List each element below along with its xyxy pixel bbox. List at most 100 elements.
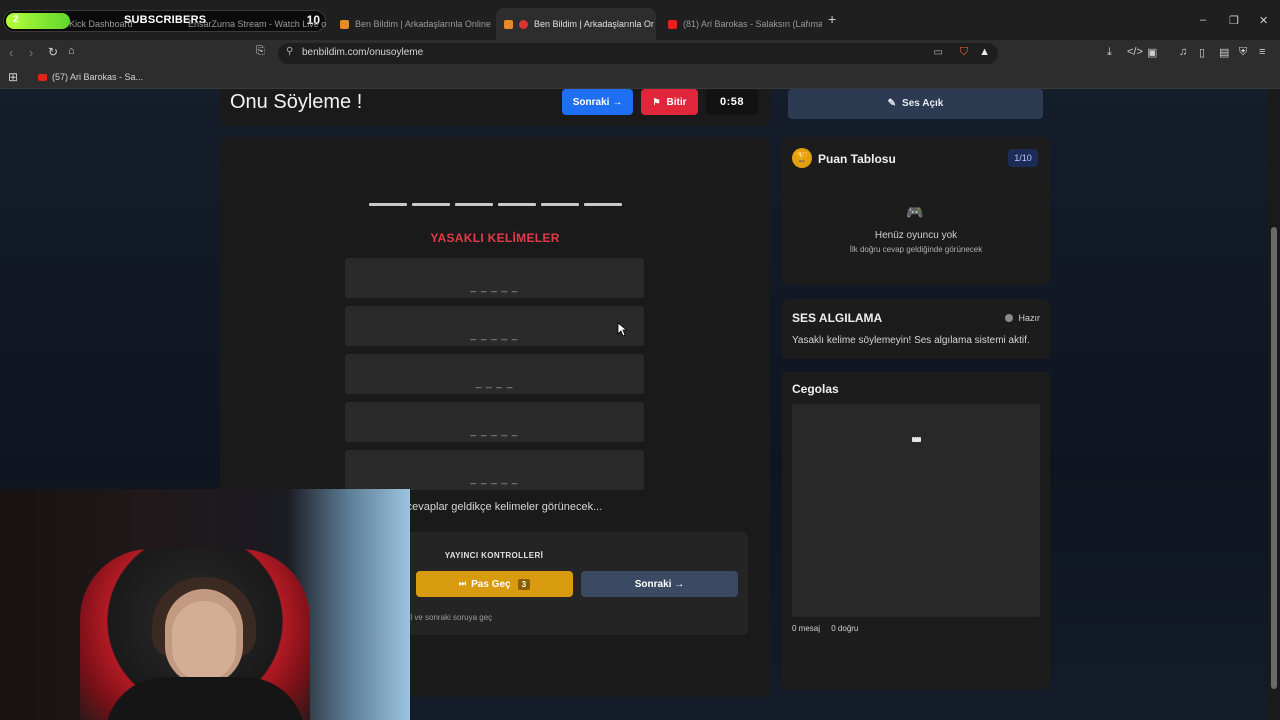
benbildim-favicon (340, 19, 349, 29)
timer-value: 0:58 (719, 96, 745, 108)
tab-ensarzurna-stream[interactable]: EnsarZurna Stream - Watch Live on (180, 8, 326, 40)
voice-status-label: Hazır (1018, 313, 1040, 323)
brave-rewards-icon[interactable]: ▲ (979, 46, 990, 58)
tab-label: EnsarZurna Stream - Watch Live on (188, 19, 326, 29)
youtube-icon (38, 73, 47, 81)
browser-toolbar: ‹ › ↻ ⌂ ⎘ ⚲ benbildim.com/onusoyleme ▭ ⛉… (0, 40, 1280, 67)
voice-detection-card: SES ALGILAMA Hazır Yasaklı kelime söylem… (782, 299, 1050, 359)
home-icon[interactable]: ⌂ (68, 45, 75, 57)
vpn-icon[interactable]: ⛨ (1239, 46, 1247, 59)
microphone-icon: ✎ (887, 98, 897, 109)
tab-label: Ben Bildim | Arkadaşlarınla Or (534, 19, 654, 29)
typing-indicator-icon: ··· (912, 435, 921, 442)
chat-card: Cegolas ··· 0 mesaj 0 doğru (782, 372, 1050, 690)
music-icon[interactable]: ♫ (1179, 46, 1187, 58)
minimize-icon[interactable]: – (1200, 14, 1206, 26)
answer-letter-blank (412, 203, 450, 206)
forbidden-word-box: _ _ _ _ _ (345, 306, 644, 346)
forbidden-word-mask: _ _ _ _ _ (470, 282, 519, 293)
countdown-timer: 0:58 (706, 89, 758, 115)
chat-correct-count: 0 doğru (831, 624, 859, 633)
chat-stats: 0 mesaj 0 doğru (792, 624, 867, 633)
scoreboard-title: Puan Tablosu (818, 152, 896, 166)
cast-icon[interactable]: ▭ (934, 47, 943, 58)
sound-toggle-button[interactable]: ✎ Ses Açık (788, 89, 1043, 119)
trophy-icon: 🏆 (792, 148, 812, 168)
download-icon[interactable]: ⤓ (1107, 46, 1112, 59)
wallet-icon[interactable]: ▤ (1219, 46, 1229, 59)
answer-letter-blank (369, 203, 407, 206)
tab-youtube[interactable]: (81) Ari Barokas - Salaksın (Lafıma Gü (660, 8, 822, 40)
scoreboard-count-badge: 1/10 (1008, 149, 1038, 167)
tab-benbildim-active[interactable]: Ben Bildim | Arkadaşlarınla Or ✕ (496, 8, 656, 40)
page-scrollbar[interactable] (1268, 89, 1280, 720)
webcam-overlay (0, 489, 410, 720)
forbidden-word-mask: _ _ _ _ _ (470, 426, 519, 437)
answer-letter-blank (541, 203, 579, 206)
tab-label: Ben Bildim | Arkadaşlarınla Online Bil (355, 19, 492, 29)
forbidden-words-title: YASAKLI KELİMELER (430, 231, 560, 245)
chat-title: Cegolas (792, 382, 839, 396)
bookmark-label: (57) Ari Barokas - Sa... (52, 72, 144, 82)
page-title: Onu Söyleme ! (230, 91, 363, 113)
forbidden-word-mask: _ _ _ _ (475, 378, 514, 389)
back-icon[interactable]: ‹ (9, 45, 13, 60)
tab-benbildim-1[interactable]: Ben Bildim | Arkadaşlarınla Online Bil (332, 8, 492, 40)
forward-icon[interactable]: › (29, 45, 33, 60)
answer-letter-blank (455, 203, 493, 206)
streamer-next-label: Sonraki → (634, 578, 685, 590)
next-button-label: Sonraki → (572, 96, 623, 108)
sound-toggle-label: Ses Açık (902, 98, 944, 109)
tab-kick-dashboard[interactable]: Kick Dashboard (60, 8, 172, 40)
forbidden-word-box: _ _ _ _ _ (345, 258, 644, 298)
restore-icon[interactable]: ❐ (1229, 14, 1239, 27)
skip-icon: ⏭ (458, 579, 467, 588)
bookmark-ari-barokas[interactable]: (57) Ari Barokas - Sa... (38, 72, 143, 82)
next-button[interactable]: Sonraki → (562, 89, 633, 115)
sound-toggle-row: ✎ Ses Açık (788, 98, 1043, 109)
tab-label: (81) Ari Barokas - Salaksın (Lafıma Gü (683, 19, 822, 29)
forbidden-word-box: _ _ _ _ _ (345, 402, 644, 442)
empty-scoreboard-title: Henüz oyuncu yok (874, 230, 958, 241)
streamer-next-button[interactable]: Sonraki → (581, 571, 738, 597)
empty-scoreboard-subtitle: İlk doğru cevap geldiğinde görünecek (849, 245, 983, 254)
address-bar[interactable]: ⚲ benbildim.com/onusoyleme ▭ ⛉ ▲ (278, 43, 998, 64)
voice-detection-title: SES ALGILAMA (792, 311, 883, 325)
gamepad-icon: 🎮 (906, 204, 924, 220)
pass-button[interactable]: ⏭ Pas Geç 3 (416, 571, 573, 597)
streamer-face (172, 601, 236, 681)
pass-count-badge: 3 (517, 578, 531, 590)
tab-label: Kick Dashboard (69, 19, 133, 29)
site-info-icon[interactable]: ⚲ (286, 46, 293, 57)
close-window-icon[interactable]: ✕ (1259, 14, 1268, 27)
answer-letter-blank (498, 203, 536, 206)
voice-detection-description: Yasaklı kelime söylemeyin! Ses algılama … (792, 335, 1030, 346)
game-header: Onu Söyleme ! Sonraki → ⚑ Bitir 0:58 (220, 89, 770, 126)
scrollbar-thumb[interactable] (1271, 227, 1277, 689)
bookmark-icon[interactable]: ⎘ (256, 45, 265, 58)
brave-shield-icon[interactable]: ⛉ (960, 46, 968, 59)
devtools-icon[interactable]: </> (1127, 46, 1143, 58)
finish-button-label: Bitir (666, 96, 687, 108)
browser-tab-bar: 2 SUBSCRIBERS 10 Kick Dashboard EnsarZur… (0, 0, 1280, 40)
voice-status: Hazır (1005, 313, 1040, 323)
screenshot-icon[interactable]: ▣ (1147, 46, 1157, 59)
chat-message-count: 0 mesaj (792, 624, 821, 633)
benbildim-favicon (504, 19, 513, 29)
chat-message-area[interactable]: ··· (792, 404, 1040, 617)
forbidden-word-box: _ _ _ _ (345, 354, 644, 394)
subscriber-current: 2 (13, 14, 19, 25)
menu-icon[interactable]: ≡ (1259, 46, 1265, 58)
answer-letter-blank (584, 203, 622, 206)
sidebar-icon[interactable]: ▯ (1199, 46, 1205, 59)
forbidden-word-mask: _ _ _ _ _ (470, 474, 519, 485)
finish-button[interactable]: ⚑ Bitir (641, 89, 698, 115)
pass-button-label: Pas Geç (471, 578, 511, 590)
url-text: benbildim.com/onusoyleme (302, 47, 424, 58)
youtube-favicon (668, 19, 677, 29)
reload-icon[interactable]: ↻ (48, 45, 58, 59)
flag-icon: ⚑ (652, 96, 661, 107)
recording-icon (519, 19, 528, 29)
new-tab-icon[interactable]: + (828, 11, 836, 27)
apps-grid-icon[interactable]: ⊞ (8, 70, 18, 84)
